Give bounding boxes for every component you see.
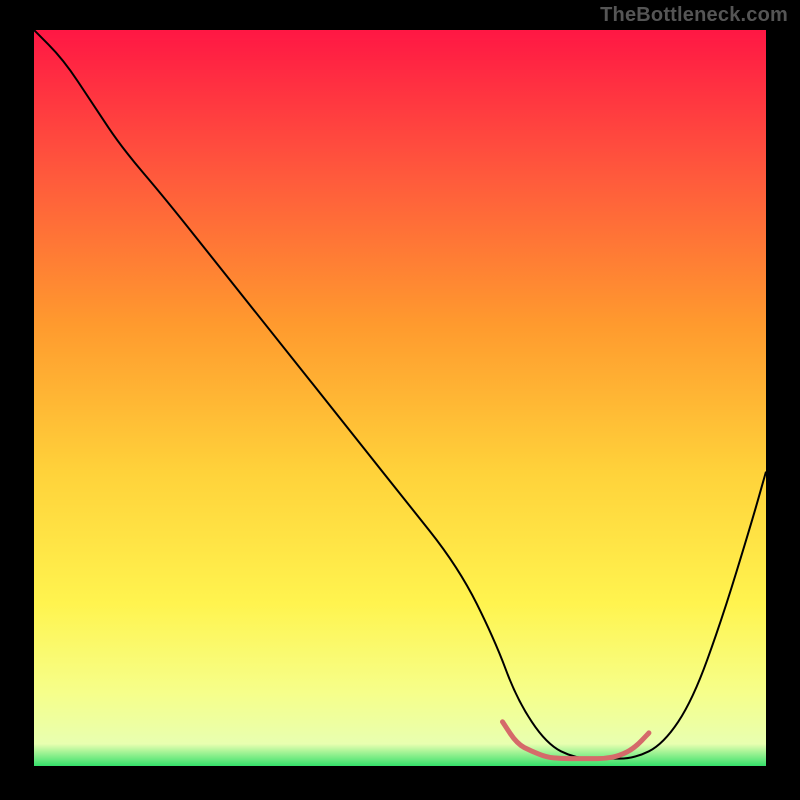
plot-area <box>34 30 766 766</box>
gradient-rect <box>34 30 766 766</box>
watermark-text: TheBottleneck.com <box>600 4 788 27</box>
chart-svg <box>34 30 766 766</box>
chart-stage: TheBottleneck.com <box>0 0 800 800</box>
